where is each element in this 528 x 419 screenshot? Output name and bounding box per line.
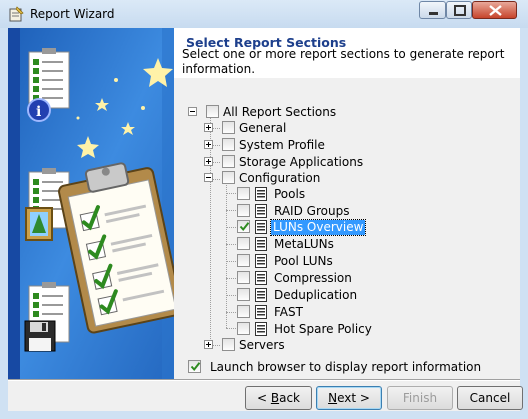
back-button-mnemonic: B — [270, 391, 280, 405]
minimize-button[interactable] — [419, 1, 446, 19]
svg-text:i: i — [36, 104, 41, 120]
next-button[interactable]: Next > — [316, 386, 382, 410]
close-button[interactable] — [472, 1, 517, 19]
window-title: Report Wizard — [30, 7, 115, 21]
minimize-icon — [429, 12, 438, 15]
next-button-rest: ext > — [337, 391, 370, 405]
finish-button[interactable]: Finish — [387, 386, 453, 410]
wizard-client-area: i Select Report Sections Select one or m… — [8, 28, 520, 411]
title-bar[interactable]: Report Wizard — [0, 0, 528, 28]
wizard-app-icon — [9, 6, 24, 22]
page-header: Select Report Sections Select one or mor… — [174, 28, 520, 78]
maximize-button[interactable] — [446, 1, 472, 19]
page-description: Select one or more report sections to ge… — [182, 47, 505, 76]
checkmark-icon — [190, 362, 201, 372]
button-separator — [8, 379, 520, 381]
close-icon — [489, 5, 502, 16]
launch-browser-checkbox[interactable] — [188, 360, 201, 373]
maximize-icon — [454, 5, 466, 16]
cancel-button-label: Cancel — [469, 391, 511, 405]
floppy-disk-icon — [24, 320, 56, 352]
wizard-sidebar-artwork: i — [8, 28, 174, 380]
finish-button-label: Finish — [402, 391, 438, 405]
back-button-prefix: < — [256, 391, 271, 405]
back-button-rest: ack — [279, 391, 300, 405]
picture-frame-icon — [25, 207, 53, 241]
report-wizard-window: Report Wizard i Select Report Sections S… — [0, 0, 528, 419]
launch-browser-label: Launch browser to display report informa… — [210, 360, 482, 374]
cancel-button[interactable]: Cancel — [457, 386, 523, 410]
launch-browser-option[interactable]: Launch browser to display report informa… — [188, 360, 488, 377]
next-button-mnemonic: N — [328, 391, 338, 405]
back-button[interactable]: < Back — [245, 386, 312, 410]
